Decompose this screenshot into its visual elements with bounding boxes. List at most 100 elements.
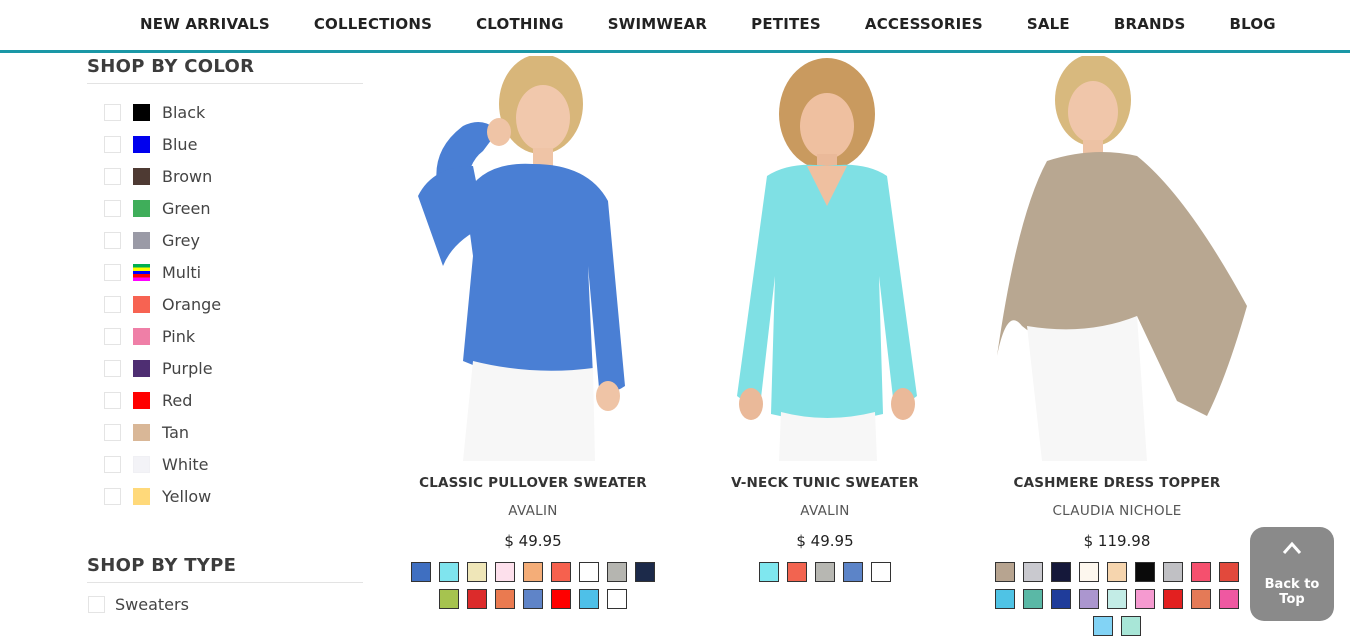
color-filter-checkbox[interactable]	[104, 167, 121, 185]
nav-item-sale[interactable]: SALE	[1027, 15, 1070, 33]
color-filter-label: Pink	[162, 326, 196, 346]
color-filter-option-multi[interactable]: Multi	[104, 256, 363, 288]
color-filter-option-pink[interactable]: Pink	[104, 320, 363, 352]
color-filter-option-tan[interactable]: Tan	[104, 416, 363, 448]
color-swatch	[133, 487, 150, 505]
product-name[interactable]: CASHMERE DRESS TOPPER	[987, 475, 1247, 491]
product-image[interactable]	[403, 56, 663, 461]
product-color-swatch[interactable]	[467, 589, 487, 609]
product-color-swatch[interactable]	[523, 562, 543, 582]
product-color-swatch[interactable]	[1163, 562, 1183, 582]
color-filter-checkbox[interactable]	[104, 199, 121, 217]
product-color-swatch[interactable]	[523, 589, 543, 609]
product-color-swatch[interactable]	[995, 562, 1015, 582]
nav-item-accessories[interactable]: ACCESSORIES	[865, 15, 983, 33]
nav-item-swimwear[interactable]: SWIMWEAR	[608, 15, 707, 33]
product-color-swatch[interactable]	[551, 562, 571, 582]
product-name[interactable]: V-NECK TUNIC SWEATER	[695, 475, 955, 491]
color-filter-checkbox[interactable]	[104, 231, 121, 249]
color-filter-option-white[interactable]: White	[104, 448, 363, 480]
product-color-swatch[interactable]	[1079, 562, 1099, 582]
color-filter-checkbox[interactable]	[104, 327, 121, 345]
product-color-swatch[interactable]	[1219, 589, 1239, 609]
product-color-swatch[interactable]	[995, 589, 1015, 609]
product-color-swatch[interactable]	[495, 589, 515, 609]
product-color-swatch[interactable]	[1107, 562, 1127, 582]
color-swatch	[133, 295, 150, 313]
color-filter-checkbox[interactable]	[104, 103, 121, 121]
color-filter-checkbox[interactable]	[104, 423, 121, 441]
product-color-swatch[interactable]	[1051, 562, 1071, 582]
color-filter-label: White	[162, 454, 209, 474]
product-color-swatch[interactable]	[1121, 616, 1141, 636]
color-swatch	[133, 167, 150, 185]
chevron-up-icon	[1282, 541, 1302, 554]
color-filter-option-black[interactable]: Black	[104, 96, 363, 128]
product-color-swatch[interactable]	[1163, 589, 1183, 609]
color-filter-checkbox[interactable]	[104, 487, 121, 505]
product-color-swatch[interactable]	[1107, 589, 1127, 609]
nav-item-clothing[interactable]: CLOTHING	[476, 15, 564, 33]
product-color-swatch[interactable]	[1219, 562, 1239, 582]
color-filter-label: Tan	[162, 422, 190, 442]
color-filter-option-green[interactable]: Green	[104, 192, 363, 224]
product-color-swatch[interactable]	[1135, 562, 1155, 582]
color-filter-option-purple[interactable]: Purple	[104, 352, 363, 384]
product-color-swatch[interactable]	[787, 562, 807, 582]
product-color-swatch[interactable]	[1023, 562, 1043, 582]
product-color-swatch[interactable]	[759, 562, 779, 582]
product-color-swatch[interactable]	[495, 562, 515, 582]
type-filter-option-sweaters[interactable]: Sweaters	[87, 595, 363, 614]
product-color-swatch[interactable]	[815, 562, 835, 582]
color-filter-option-grey[interactable]: Grey	[104, 224, 363, 256]
product-color-swatch[interactable]	[439, 562, 459, 582]
product-color-swatch[interactable]	[1135, 589, 1155, 609]
product-color-swatch[interactable]	[607, 562, 627, 582]
product-color-swatch[interactable]	[1051, 589, 1071, 609]
nav-item-brands[interactable]: BRANDS	[1114, 15, 1186, 33]
product-color-swatch[interactable]	[607, 589, 627, 609]
product-color-swatch[interactable]	[467, 562, 487, 582]
product-color-swatch[interactable]	[1093, 616, 1113, 636]
product-color-swatch[interactable]	[635, 562, 655, 582]
color-filter-checkbox[interactable]	[104, 135, 121, 153]
color-filter-option-brown[interactable]: Brown	[104, 160, 363, 192]
product-price: $ 119.98	[1083, 532, 1151, 550]
color-filter-option-blue[interactable]: Blue	[104, 128, 363, 160]
color-filter-option-yellow[interactable]: Yellow	[104, 480, 363, 512]
product-color-swatch[interactable]	[843, 562, 863, 582]
nav-item-blog[interactable]: BLOG	[1229, 15, 1275, 33]
product-color-swatch[interactable]	[411, 562, 431, 582]
product-color-swatch[interactable]	[1191, 562, 1211, 582]
nav-item-petites[interactable]: PETITES	[751, 15, 821, 33]
product-color-swatch[interactable]	[439, 589, 459, 609]
type-filter-checkbox[interactable]	[88, 596, 105, 613]
color-filter-checkbox[interactable]	[104, 263, 121, 281]
color-swatch	[133, 199, 150, 217]
product-color-swatch[interactable]	[1191, 589, 1211, 609]
product-color-swatch[interactable]	[579, 589, 599, 609]
product-color-swatch[interactable]	[551, 589, 571, 609]
product-color-swatch[interactable]	[871, 562, 891, 582]
product-color-swatches	[755, 562, 895, 589]
product-image[interactable]	[695, 56, 955, 461]
color-filter-checkbox[interactable]	[104, 455, 121, 473]
product-color-swatch[interactable]	[1023, 589, 1043, 609]
color-filter-title: SHOP BY COLOR	[87, 56, 363, 84]
product-color-swatch[interactable]	[1079, 589, 1099, 609]
product-color-swatch[interactable]	[579, 562, 599, 582]
product-price: $ 49.95	[504, 532, 562, 550]
color-filter-checkbox[interactable]	[104, 391, 121, 409]
color-filter-checkbox[interactable]	[104, 295, 121, 313]
product-image[interactable]	[987, 56, 1247, 461]
color-filter-option-red[interactable]: Red	[104, 384, 363, 416]
color-swatch	[133, 455, 150, 473]
color-filter-checkbox[interactable]	[104, 359, 121, 377]
nav-item-collections[interactable]: COLLECTIONS	[314, 15, 432, 33]
color-filter-label: Brown	[162, 166, 213, 186]
color-filter-label: Grey	[162, 230, 200, 250]
nav-item-new-arrivals[interactable]: NEW ARRIVALS	[140, 15, 270, 33]
color-filter-option-orange[interactable]: Orange	[104, 288, 363, 320]
product-name[interactable]: CLASSIC PULLOVER SWEATER	[403, 475, 663, 491]
back-to-top-button[interactable]: Back to Top	[1250, 527, 1334, 621]
